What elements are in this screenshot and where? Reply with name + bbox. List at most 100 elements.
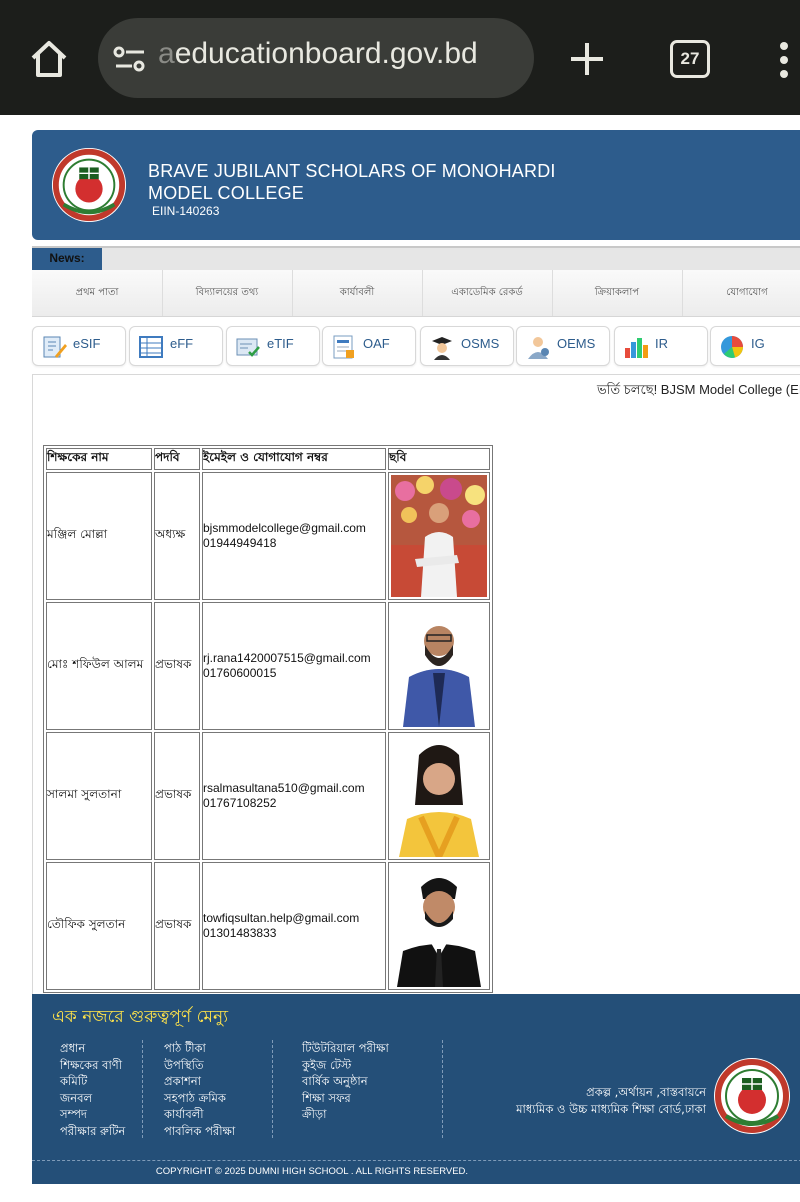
teacher-photo — [391, 735, 487, 857]
footer-link[interactable]: শিক্ষা সফর — [302, 1090, 389, 1107]
site-settings-icon[interactable] — [112, 44, 148, 74]
footer-link[interactable]: প্রধান — [60, 1040, 125, 1057]
footer-menu-column-1: প্রধান শিক্ষকের বাণী কমিটি জনবল সম্পদ পর… — [60, 1040, 125, 1140]
teacher-phone: 01944949418 — [203, 536, 277, 550]
service-etif-button[interactable]: eTIF — [226, 326, 320, 366]
credit-line-2: মাধ্যমিক ও উচ্চ মাধ্যমিক শিক্ষা বোর্ড,ঢা… — [516, 1101, 706, 1116]
menu-item-academic-records[interactable]: একাডেমিক রেকর্ড — [422, 270, 553, 316]
footer-divider — [442, 1040, 444, 1138]
footer-credit: প্রকল্প ,অর্থায়ন ,বাস্তবায়নে মাধ্যমিক … — [488, 1084, 706, 1117]
footer-link[interactable]: সহপাঠ ক্রমিক — [164, 1090, 235, 1107]
header-contact: ইমেইল ও যোগাযোগ নম্বর — [202, 448, 386, 470]
service-ig-button[interactable]: IG — [710, 326, 800, 366]
menu-item-contact[interactable]: যোগাযোগ — [682, 270, 800, 316]
teacher-contact: rsalmasultana510@gmail.com 01767108252 — [202, 732, 386, 860]
service-esif-button[interactable]: eSIF — [32, 326, 126, 366]
service-oems-button[interactable]: OEMS — [516, 326, 610, 366]
teacher-name: সালমা সুলতানা — [46, 732, 152, 860]
service-label: OSMS — [461, 336, 500, 351]
service-oaf-button[interactable]: OAF — [322, 326, 416, 366]
document-form-icon — [333, 335, 354, 359]
footer-link[interactable]: পরীক্ষার রুটিন — [60, 1123, 125, 1140]
table-header-row: শিক্ষকের নাম পদবি ইমেইল ও যোগাযোগ নম্বর … — [46, 448, 490, 470]
news-ticker[interactable]: ভর্তি চলছে! BJSM Model College (EII — [597, 381, 800, 402]
footer-link[interactable]: সম্পদ — [60, 1106, 125, 1123]
footer-link[interactable]: ক্রীড়া — [302, 1106, 389, 1123]
table-row: মঞ্জিল মোল্লা অধ্যক্ষ bjsmmodelcollege@g… — [46, 472, 490, 600]
footer-menu-column-3: টিউটরিয়াল পরীক্ষা কুইজ টেস্ট বার্ষিক অন… — [302, 1040, 389, 1123]
school-header: BRAVE JUBILANT SCHOLARS OF MONOHARDI MOD… — [32, 130, 800, 240]
teacher-phone: 01767108252 — [203, 796, 277, 810]
table-row: মোঃ শফিউল আলম প্রভাষক rj.rana1420007515@… — [46, 602, 490, 730]
home-icon[interactable] — [28, 38, 70, 80]
teacher-email[interactable]: rj.rana1420007515@gmail.com — [203, 651, 385, 666]
teacher-designation: প্রভাষক — [154, 602, 200, 730]
credit-line-1: প্রকল্প ,অর্থায়ন ,বাস্তবায়নে — [586, 1085, 706, 1099]
header-designation: পদবি — [154, 448, 200, 470]
footer-link[interactable]: কুইজ টেস্ট — [302, 1057, 389, 1074]
teacher-name: তৌফিক সুলতান — [46, 862, 152, 990]
footer-link[interactable]: টিউটরিয়াল পরীক্ষা — [302, 1040, 389, 1057]
tab-switcher-button[interactable]: 27 — [670, 40, 710, 78]
teacher-photo-cell — [388, 472, 490, 600]
teacher-contact: towfiqsultan.help@gmail.com 01301483833 — [202, 862, 386, 990]
menu-item-activities[interactable]: কার্যাবলী — [292, 270, 423, 316]
service-label: IG — [751, 336, 765, 351]
teacher-phone: 01760600015 — [203, 666, 277, 680]
footer-link[interactable]: উপস্থিতি — [164, 1057, 235, 1074]
menu-item-school-info[interactable]: বিদ্যালয়ের তথ্য — [162, 270, 293, 316]
web-page: BRAVE JUBILANT SCHOLARS OF MONOHARDI MOD… — [8, 118, 800, 1202]
news-label: News: — [32, 248, 102, 270]
school-name: BRAVE JUBILANT SCHOLARS OF MONOHARDI MOD… — [148, 161, 556, 203]
teacher-phone: 01301483833 — [203, 926, 277, 940]
footer: এক নজরে গুরুত্বপূর্ণ মেন্যু প্রধান শিক্ষ… — [32, 994, 800, 1184]
footer-link[interactable]: কার্যাবলী — [164, 1106, 235, 1123]
service-label: OEMS — [557, 336, 596, 351]
service-label: eSIF — [73, 336, 101, 351]
service-eff-button[interactable]: eFF — [129, 326, 223, 366]
footer-link[interactable]: শিক্ষকের বাণী — [60, 1057, 125, 1074]
copyright-text: COPYRIGHT © 2025 DUMNI HIGH SCHOOL . ALL… — [155, 1166, 469, 1177]
content-area: ভর্তি চলছে! BJSM Model College (EII শিক্… — [32, 374, 800, 996]
teacher-email[interactable]: bjsmmodelcollege@gmail.com — [203, 521, 385, 536]
footer-link[interactable]: জনবল — [60, 1090, 125, 1107]
service-label: eTIF — [267, 336, 294, 351]
footer-title: এক নজরে গুরুত্বপূর্ণ মেন্যু — [52, 1007, 229, 1027]
teacher-name: মোঃ শফিউল আলম — [46, 602, 152, 730]
more-menu-icon[interactable] — [778, 42, 790, 78]
users-icon — [528, 337, 549, 359]
teacher-contact: bjsmmodelcollege@gmail.com 01944949418 — [202, 472, 386, 600]
footer-link[interactable]: পাবলিক পরীক্ষা — [164, 1123, 235, 1140]
pie-chart-icon — [721, 336, 743, 358]
teacher-contact: rj.rana1420007515@gmail.com 01760600015 — [202, 602, 386, 730]
teacher-designation: প্রভাষক — [154, 732, 200, 860]
table-row: তৌফিক সুলতান প্রভাষক towfiqsultan.help@g… — [46, 862, 490, 990]
menu-item-actions[interactable]: ক্রিয়াকলাপ — [552, 270, 683, 316]
form-table-icon — [139, 336, 163, 358]
address-bar[interactable]: aeducationboard.gov.bd — [98, 18, 534, 98]
teacher-email[interactable]: towfiqsultan.help@gmail.com — [203, 911, 385, 926]
main-menu: প্রথম পাতা বিদ্যালয়ের তথ্য কার্যাবলী এক… — [32, 270, 800, 317]
board-logo-icon — [714, 1058, 790, 1134]
graduate-icon — [432, 337, 452, 360]
footer-link[interactable]: কমিটি — [60, 1073, 125, 1090]
footer-menu-column-2: পাঠ টীকা উপস্থিতি প্রকাশনা সহপাঠ ক্রমিক … — [164, 1040, 235, 1140]
service-osms-button[interactable]: OSMS — [420, 326, 514, 366]
footer-link[interactable]: বার্ষিক অনুষ্ঠান — [302, 1073, 389, 1090]
service-ir-button[interactable]: IR — [614, 326, 708, 366]
header-name: শিক্ষকের নাম — [46, 448, 152, 470]
footer-link[interactable]: প্রকাশনা — [164, 1073, 235, 1090]
url-domain: educationboard.gov.bd — [174, 37, 478, 70]
footer-separator — [32, 1160, 800, 1161]
footer-link[interactable]: পাঠ টীকা — [164, 1040, 235, 1057]
form-pen-icon — [43, 336, 67, 358]
teacher-email[interactable]: rsalmasultana510@gmail.com — [203, 781, 385, 796]
teacher-designation: অধ্যক্ষ — [154, 472, 200, 600]
menu-item-home[interactable]: প্রথম পাতা — [32, 270, 163, 316]
service-label: eFF — [170, 336, 194, 351]
service-label: IR — [655, 336, 668, 351]
form-check-icon — [236, 338, 260, 357]
news-bar: News: — [32, 246, 800, 270]
header-photo: ছবি — [388, 448, 490, 470]
new-tab-icon[interactable] — [566, 38, 608, 80]
